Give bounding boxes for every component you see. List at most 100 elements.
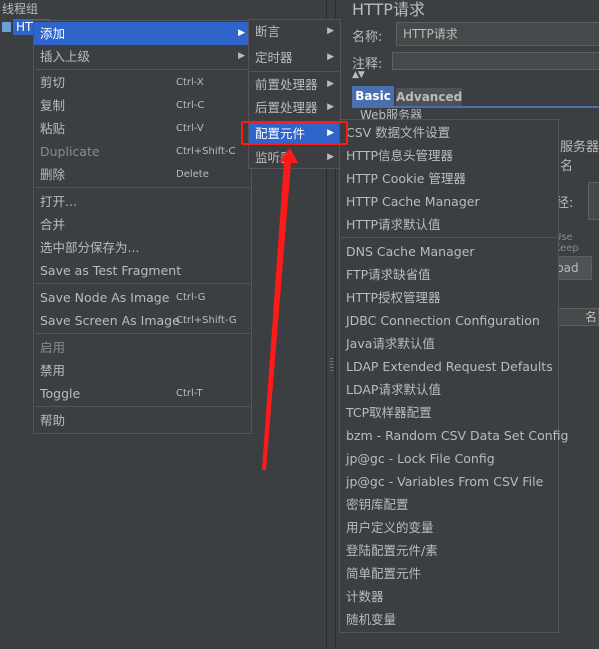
submenu-item-post-processors[interactable]: 后置处理器 ▶ [249, 96, 340, 119]
menu-item-label: 添加 [40, 26, 66, 41]
config-item-ldap-defaults[interactable]: LDAP请求默认值 [340, 378, 558, 401]
parameters-column-header: 名 [558, 308, 599, 326]
menu-item-label: Toggle [40, 386, 81, 401]
config-item-login-config[interactable]: 登陆配置元件/素 [340, 539, 558, 562]
tab-basic[interactable]: Basic [352, 86, 394, 106]
menu-item-label: 插入上级 [40, 49, 91, 64]
menu-item-disable[interactable]: 禁用 [34, 359, 251, 382]
config-item-lock-file[interactable]: jp@gc - Lock File Config [340, 447, 558, 470]
submenu-arrow-icon: ▶ [327, 152, 334, 162]
menu-item-add[interactable]: 添加 ▶ [34, 22, 251, 45]
tree-thread-group[interactable]: 线程组 [2, 0, 38, 17]
menu-item-save-screen-as-image[interactable]: Save Screen As Image Ctrl+Shift-G [34, 309, 251, 332]
menu-separator [35, 187, 250, 188]
menu-item-shortcut: Ctrl-X [176, 77, 204, 88]
submenu-item-assertions[interactable]: 断言 ▶ [249, 20, 340, 43]
menu-item-label: 定时器 [255, 50, 293, 65]
submenu-item-listener[interactable]: 监听器 ▶ [249, 146, 340, 169]
comment-input[interactable] [392, 52, 599, 70]
menu-item-help[interactable]: 帮助 [34, 409, 251, 432]
submenu-item-pre-processors[interactable]: 前置处理器 ▶ [249, 73, 340, 96]
config-item-random-variable[interactable]: 随机变量 [340, 608, 558, 631]
menu-item-save-node-as-image[interactable]: Save Node As Image Ctrl-G [34, 286, 251, 309]
menu-item-save-as-test-fragment[interactable]: Save as Test Fragment [34, 259, 251, 282]
config-item-jdbc-connection[interactable]: JDBC Connection Configuration [340, 309, 558, 332]
config-item-cache-manager[interactable]: HTTP Cache Manager [340, 190, 558, 213]
menu-item-shortcut: Ctrl+Shift-G [176, 315, 237, 326]
keep-alive-checkbox-label[interactable]: Use Keep [554, 232, 599, 254]
menu-separator [35, 333, 250, 334]
config-item-variables-from-csv[interactable]: jp@gc - Variables From CSV File [340, 470, 558, 493]
submenu-arrow-icon: ▶ [327, 102, 334, 112]
server-name-label: 服务器名 [560, 140, 599, 174]
name-label: 名称: [352, 30, 383, 45]
menu-item-duplicate[interactable]: Duplicate Ctrl+Shift-C [34, 140, 251, 163]
tab-advanced[interactable]: Advanced [396, 88, 462, 106]
config-item-java-defaults[interactable]: Java请求默认值 [340, 332, 558, 355]
collapse-toggle-icon[interactable]: ▲▼ [352, 70, 365, 80]
menu-item-shortcut: Ctrl-V [176, 123, 204, 134]
menu-item-label: Save as Test Fragment [40, 263, 182, 278]
config-item-simple-config[interactable]: 简单配置元件 [340, 562, 558, 585]
menu-item-merge[interactable]: 合并 [34, 213, 251, 236]
submenu-arrow-icon: ▶ [238, 28, 245, 38]
menu-item-enable[interactable]: 启用 [34, 336, 251, 359]
menu-item-shortcut: Delete [176, 169, 209, 180]
menu-item-label: 监听器 [255, 150, 293, 165]
menu-item-label: Duplicate [40, 144, 100, 159]
config-item-tcp-sampler-config[interactable]: TCP取样器配置 [340, 401, 558, 424]
menu-item-label: 选中部分保存为... [40, 240, 140, 255]
menu-item-save-selection-as[interactable]: 选中部分保存为... [34, 236, 251, 259]
panel-title: HTTP请求 [352, 0, 425, 19]
config-item-csv-data-set[interactable]: CSV 数据文件设置 [340, 121, 558, 144]
config-item-dns-cache-manager[interactable]: DNS Cache Manager [340, 240, 558, 263]
submenu-arrow-icon: ▶ [327, 52, 334, 62]
menu-item-label: 禁用 [40, 363, 66, 378]
menu-item-shortcut: Ctrl-G [176, 292, 206, 303]
menu-item-label: 剪切 [40, 75, 66, 90]
config-item-header-manager[interactable]: HTTP信息头管理器 [340, 144, 558, 167]
config-item-random-csv[interactable]: bzm - Random CSV Data Set Config [340, 424, 568, 447]
context-menu: 添加 ▶ 插入上级 ▶ 剪切 Ctrl-X 复制 Ctrl-C 粘贴 Ctrl-V Dup… [33, 20, 252, 434]
menu-item-cut[interactable]: 剪切 Ctrl-X [34, 71, 251, 94]
config-item-counter[interactable]: 计数器 [340, 585, 558, 608]
menu-separator [35, 69, 250, 70]
config-item-http-request-defaults[interactable]: HTTP请求默认值 [340, 213, 558, 236]
config-item-user-defined-variables[interactable]: 用户定义的变量 [340, 516, 558, 539]
menu-item-label: Save Screen As Image [40, 313, 180, 328]
menu-item-insert-parent[interactable]: 插入上级 ▶ [34, 45, 251, 68]
config-item-cookie-manager[interactable]: HTTP Cookie 管理器 [340, 167, 558, 190]
path-input[interactable] [588, 182, 599, 220]
menu-item-delete[interactable]: 删除 Delete [34, 163, 251, 186]
menu-item-open[interactable]: 打开... [34, 190, 251, 213]
config-item-ldap-extended-defaults[interactable]: LDAP Extended Request Defaults [340, 355, 558, 378]
submenu-item-timer[interactable]: 定时器 ▶ [249, 46, 340, 69]
menu-separator [250, 71, 339, 72]
menu-separator [35, 283, 250, 284]
config-element-submenu: CSV 数据文件设置 HTTP信息头管理器 HTTP Cookie 管理器 HT… [339, 119, 568, 633]
highlight-annotation-box [241, 121, 348, 145]
submenu-arrow-icon: ▶ [327, 79, 334, 89]
menu-item-shortcut: Ctrl-C [176, 100, 205, 111]
config-item-auth-manager[interactable]: HTTP授权管理器 [340, 286, 558, 309]
menu-item-label: Save Node As Image [40, 290, 170, 305]
menu-item-label: 断言 [255, 24, 281, 39]
pencil-icon [2, 22, 11, 32]
menu-item-label: 复制 [40, 98, 66, 113]
name-input[interactable]: HTTP请求 [396, 22, 599, 46]
config-item-ftp-defaults[interactable]: FTP请求缺省值 [340, 263, 558, 286]
menu-item-label: 粘贴 [40, 121, 66, 136]
menu-item-shortcut: Ctrl+Shift-C [176, 146, 236, 157]
menu-item-toggle[interactable]: Toggle Ctrl-T [34, 382, 251, 405]
menu-separator [35, 406, 250, 407]
config-item-keystore[interactable]: 密钥库配置 [340, 493, 558, 516]
menu-item-copy[interactable]: 复制 Ctrl-C [34, 94, 251, 117]
menu-item-label: 帮助 [40, 413, 66, 428]
menu-item-paste[interactable]: 粘贴 Ctrl-V [34, 117, 251, 140]
menu-item-label: 合并 [40, 217, 66, 232]
menu-item-label: 删除 [40, 167, 66, 182]
submenu-arrow-icon: ▶ [238, 51, 245, 61]
splitter-grip-icon[interactable] [330, 358, 333, 372]
menu-item-label: 启用 [40, 340, 66, 355]
menu-item-label: 后置处理器 [255, 100, 318, 115]
